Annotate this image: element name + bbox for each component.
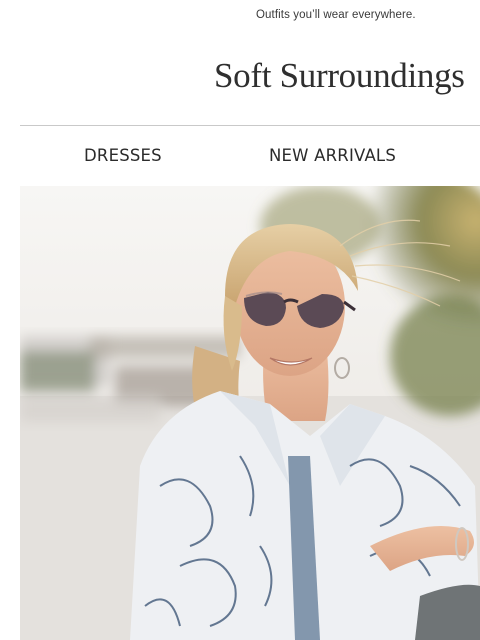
nav-item-dresses[interactable]: DRESSES bbox=[84, 140, 162, 174]
brand-logo[interactable]: Soft Surroundings bbox=[214, 52, 476, 100]
nav-item-new-arrivals[interactable]: NEW ARRIVALS bbox=[269, 140, 396, 174]
hero-image[interactable] bbox=[20, 186, 480, 640]
main-nav: DRESSES NEW ARRIVALS bbox=[20, 140, 480, 174]
hero-photo bbox=[20, 186, 480, 640]
header-divider bbox=[20, 125, 480, 126]
tagline: Outfits you’ll wear everywhere. bbox=[256, 9, 416, 21]
